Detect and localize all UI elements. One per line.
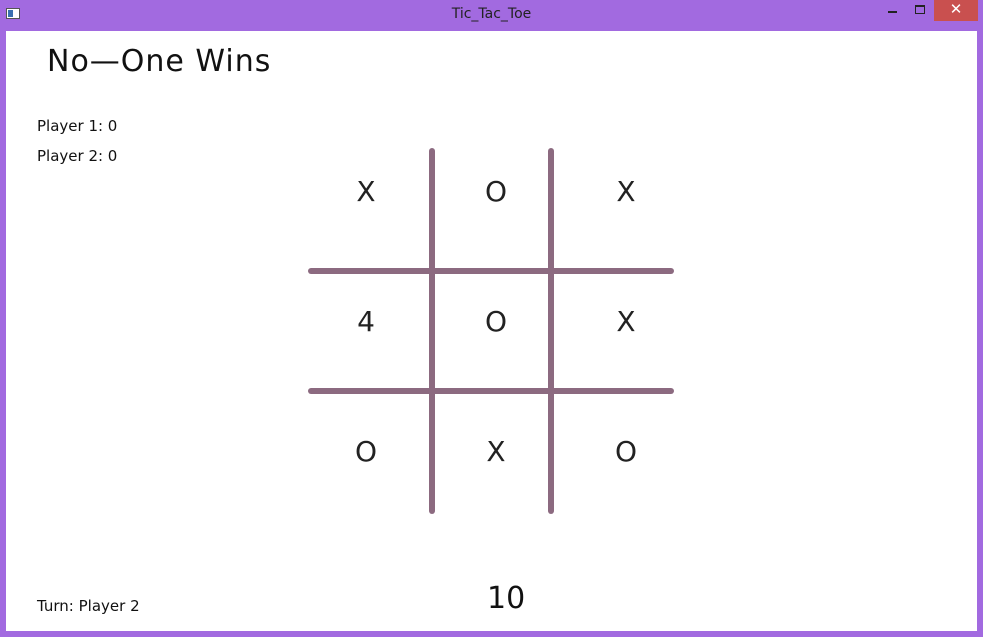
board-cell-9[interactable]: O bbox=[571, 396, 681, 506]
board-cell-5[interactable]: O bbox=[441, 266, 551, 376]
window-title: Tic_Tac_Toe bbox=[451, 6, 532, 22]
title-bar[interactable]: Tic_Tac_Toe ✕ bbox=[0, 0, 983, 30]
maximize-button[interactable] bbox=[906, 0, 934, 21]
game-board: X O X 4 O X O X O bbox=[6, 31, 977, 631]
game-canvas[interactable]: No—One Wins Player 1: 0 Player 2: 0 X O … bbox=[6, 31, 977, 631]
app-window: Tic_Tac_Toe ✕ No—One Wins Player 1: 0 Pl… bbox=[0, 0, 983, 637]
close-icon: ✕ bbox=[949, 0, 963, 18]
grid-line-horizontal-2 bbox=[308, 388, 674, 394]
board-cell-6[interactable]: X bbox=[571, 266, 681, 376]
close-button[interactable]: ✕ bbox=[934, 0, 978, 21]
turn-indicator: Turn: Player 2 bbox=[37, 597, 140, 615]
minimize-button[interactable] bbox=[878, 0, 906, 21]
countdown-timer: 10 bbox=[487, 581, 526, 616]
maximize-icon bbox=[915, 5, 925, 14]
board-cell-2[interactable]: O bbox=[441, 136, 551, 246]
grid-line-vertical-1 bbox=[429, 148, 435, 514]
minimize-icon bbox=[887, 11, 897, 13]
board-cell-7[interactable]: O bbox=[311, 396, 421, 506]
board-cell-3[interactable]: X bbox=[571, 136, 681, 246]
board-cell-1[interactable]: X bbox=[311, 136, 421, 246]
board-cell-8[interactable]: X bbox=[441, 396, 551, 506]
board-cell-4[interactable]: 4 bbox=[311, 266, 421, 376]
